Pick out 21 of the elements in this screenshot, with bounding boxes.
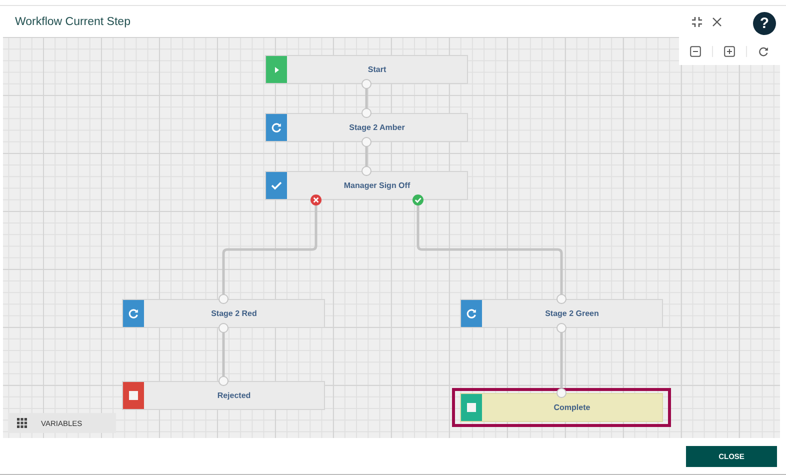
workflow-node[interactable]: Complete bbox=[460, 393, 663, 422]
node-label: Stage 2 Green bbox=[544, 309, 600, 318]
node-label: Stage 2 Amber bbox=[348, 123, 406, 132]
collapse-icon[interactable] bbox=[691, 16, 703, 28]
approve-icon bbox=[412, 194, 424, 206]
workflow-node[interactable]: Rejected bbox=[122, 381, 325, 410]
node-label: Stage 2 Red bbox=[210, 309, 258, 318]
node-label: Rejected bbox=[216, 391, 252, 400]
workflow-node[interactable]: Stage 2 Amber bbox=[265, 113, 468, 142]
window-title: Workflow Current Step bbox=[15, 16, 132, 28]
node-label: Manager Sign Off bbox=[342, 181, 412, 190]
node-label: Complete bbox=[552, 403, 592, 412]
workflow-node[interactable]: Manager Sign Off bbox=[265, 171, 468, 200]
workflow-node[interactable]: Start bbox=[265, 55, 468, 84]
reject-icon bbox=[310, 194, 322, 206]
workflow-node[interactable]: Stage 2 Red bbox=[122, 299, 325, 328]
grid-icon bbox=[17, 418, 27, 428]
close-icon[interactable] bbox=[712, 16, 722, 26]
workflow-node[interactable]: Stage 2 Green bbox=[460, 299, 663, 328]
node-label: Start bbox=[366, 65, 388, 74]
help-button[interactable]: ? bbox=[753, 12, 776, 35]
